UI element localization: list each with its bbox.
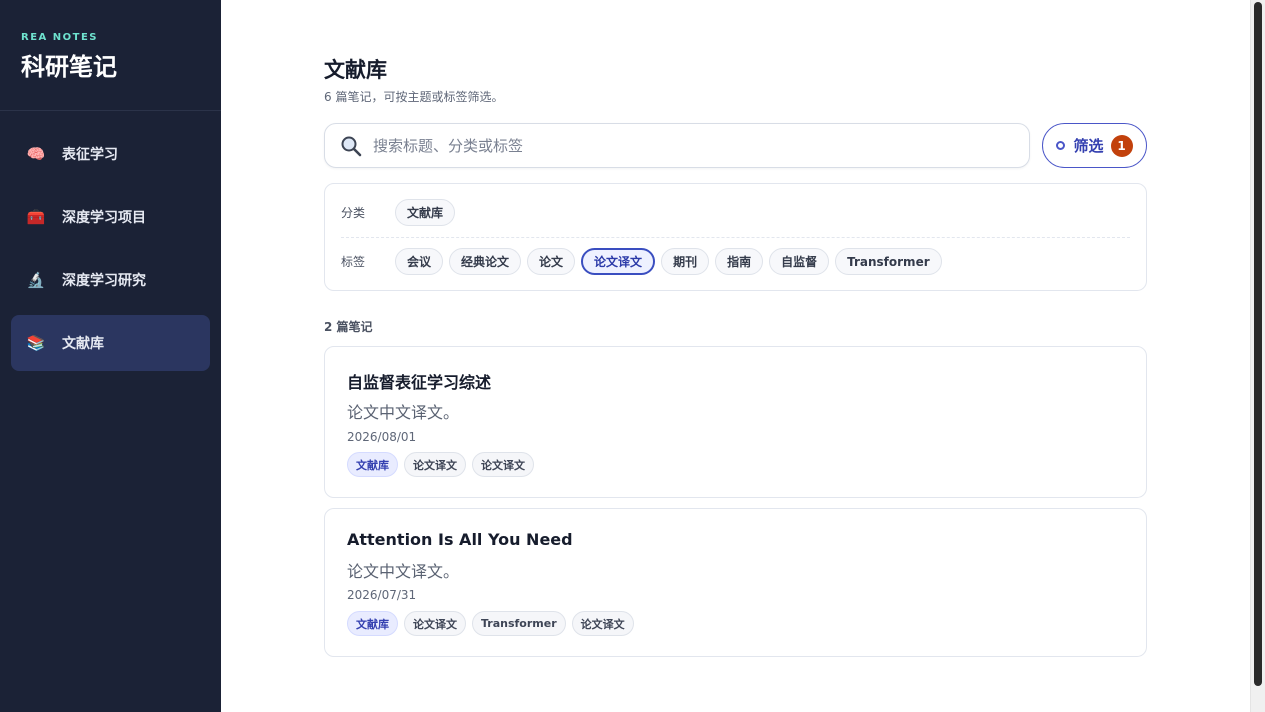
note-category-tag: 文献库 xyxy=(347,452,398,477)
note-title: Attention Is All You Need xyxy=(347,530,573,549)
note-card[interactable]: 自监督表征学习综述 论文中文译文。 2026/08/01 文献库 论文译文 论文… xyxy=(324,346,1147,498)
note-description: 论文中文译文。 xyxy=(347,403,460,422)
sidebar-item-label: 深度学习项目 xyxy=(62,210,146,226)
note-title: 自监督表征学习综述 xyxy=(347,373,492,392)
scrollbar-thumb[interactable] xyxy=(1254,2,1262,686)
tag-label: 标签 xyxy=(341,255,366,269)
sidebar-item-dl-research[interactable]: 🔬 深度学习研究 xyxy=(11,252,210,308)
sidebar-item-dl-projects[interactable]: 🧰 深度学习项目 xyxy=(11,189,210,245)
sidebar: REA NOTES 科研笔记 🧠 表征学习 🧰 深度学习项目 🔬 深度学习研究 … xyxy=(0,0,221,712)
brain-icon: 🧠 xyxy=(26,145,46,163)
filter-button-label: 筛选 xyxy=(1073,137,1104,155)
tag-chip-selected[interactable]: 论文译文 xyxy=(581,248,656,275)
filter-count-badge: 1 xyxy=(1110,134,1133,157)
tag-chip[interactable]: 经典论文 xyxy=(449,248,522,275)
note-date: 2026/07/31 xyxy=(347,588,417,602)
filter-icon xyxy=(1056,141,1066,150)
note-tags: 文献库 论文译文 Transformer 论文译文 xyxy=(347,611,640,636)
tag-chip[interactable]: Transformer xyxy=(835,248,942,275)
search-input[interactable] xyxy=(373,136,973,155)
sidebar-item-label: 文献库 xyxy=(62,336,104,352)
note-tag: 论文译文 xyxy=(571,611,634,636)
sidebar-item-library[interactable]: 📚 文献库 xyxy=(11,315,210,371)
category-filter-row: 分类 文献库 xyxy=(341,199,461,226)
page-title: 文献库 xyxy=(324,58,387,82)
note-description: 论文中文译文。 xyxy=(347,562,460,581)
page-subtitle: 6 篇笔记，可按主题或标签筛选。 xyxy=(324,90,504,104)
tag-filter-row: 标签 会议 经典论文 论文 论文译文 期刊 指南 自监督 Transformer xyxy=(341,248,948,275)
tag-chip[interactable]: 自监督 xyxy=(769,248,830,275)
scrollbar[interactable] xyxy=(1250,0,1265,712)
brand-subtitle: REA NOTES xyxy=(21,32,98,43)
note-tag: 论文译文 xyxy=(404,452,466,477)
sidebar-item-label: 表征学习 xyxy=(62,147,118,163)
search-icon xyxy=(341,136,362,156)
tag-chip[interactable]: 会议 xyxy=(395,248,444,275)
note-date: 2026/08/01 xyxy=(347,430,417,444)
filter-button[interactable]: 筛选 1 xyxy=(1042,123,1147,168)
filter-panel: 分类 文献库 标签 会议 经典论文 论文 论文译文 期刊 指南 自监督 Tran… xyxy=(324,183,1147,291)
note-card[interactable]: Attention Is All You Need 论文中文译文。 2026/0… xyxy=(324,508,1147,657)
tag-chip[interactable]: 论文 xyxy=(527,248,576,275)
sidebar-item-label: 深度学习研究 xyxy=(62,273,146,289)
main-content: 文献库 6 篇笔记，可按主题或标签筛选。 筛选 1 分类 文献库 标签 会议 经… xyxy=(221,0,1250,712)
note-tag: 论文译文 xyxy=(404,611,466,636)
sidebar-item-representation-learning[interactable]: 🧠 表征学习 xyxy=(11,126,210,182)
tag-chip[interactable]: 指南 xyxy=(715,248,764,275)
note-tag: Transformer xyxy=(472,611,566,636)
sidebar-nav: 🧠 表征学习 🧰 深度学习项目 🔬 深度学习研究 📚 文献库 xyxy=(0,111,221,371)
divider xyxy=(341,237,1130,238)
tag-chip[interactable]: 期刊 xyxy=(661,248,710,275)
toolbox-icon: 🧰 xyxy=(26,208,46,226)
note-tags: 文献库 论文译文 论文译文 xyxy=(347,452,540,477)
note-category-tag: 文献库 xyxy=(347,611,398,636)
brand: REA NOTES 科研笔记 xyxy=(0,0,221,111)
category-chip[interactable]: 文献库 xyxy=(395,199,456,226)
brand-title: 科研笔记 xyxy=(21,53,117,81)
microscope-icon: 🔬 xyxy=(26,271,46,289)
search-bar xyxy=(324,123,1030,168)
books-icon: 📚 xyxy=(26,334,46,352)
category-label: 分类 xyxy=(341,206,366,220)
note-tag: 论文译文 xyxy=(472,452,534,477)
result-count: 2 篇笔记 xyxy=(324,320,373,334)
